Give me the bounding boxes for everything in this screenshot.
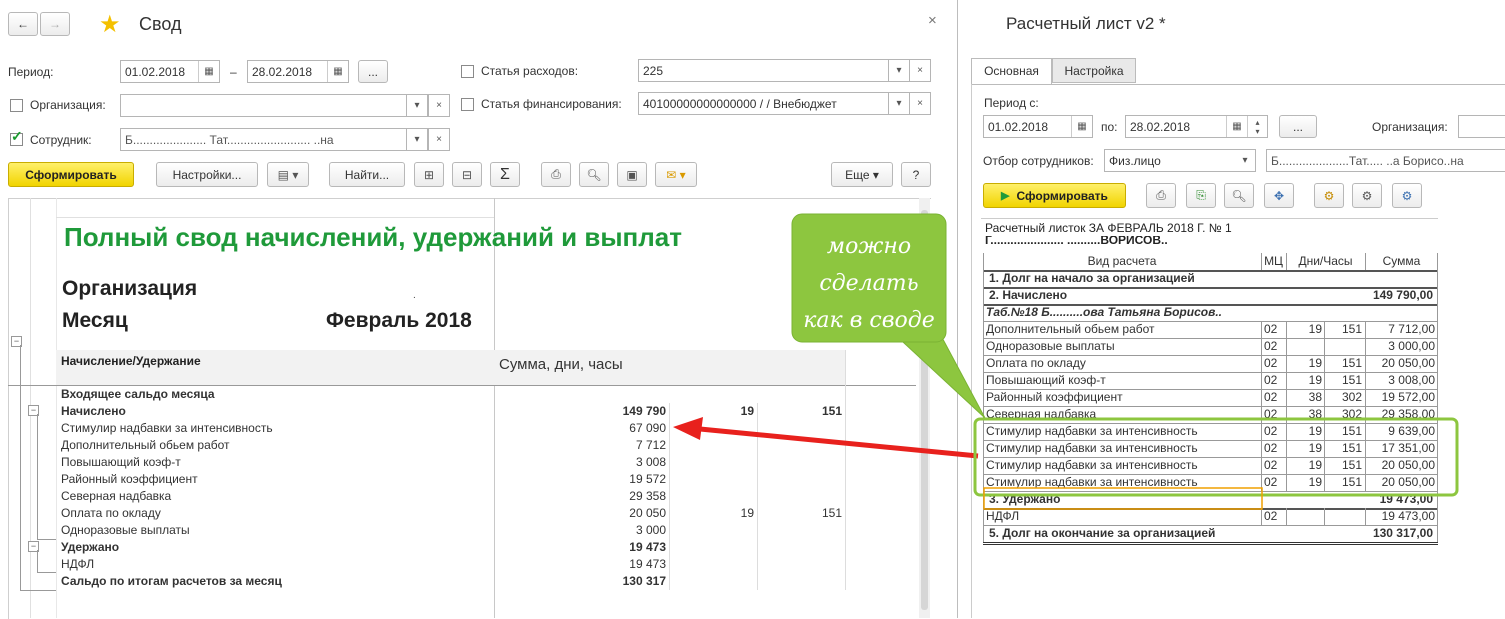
orange-selection-box	[983, 487, 1263, 510]
callout-text: можно сделать как в своде	[803, 234, 935, 333]
red-arrow-line	[699, 426, 979, 459]
red-arrow-head	[673, 417, 703, 440]
annotation-layer	[673, 213, 1459, 510]
callout-tail	[888, 329, 986, 419]
green-highlight-box	[973, 417, 1459, 497]
